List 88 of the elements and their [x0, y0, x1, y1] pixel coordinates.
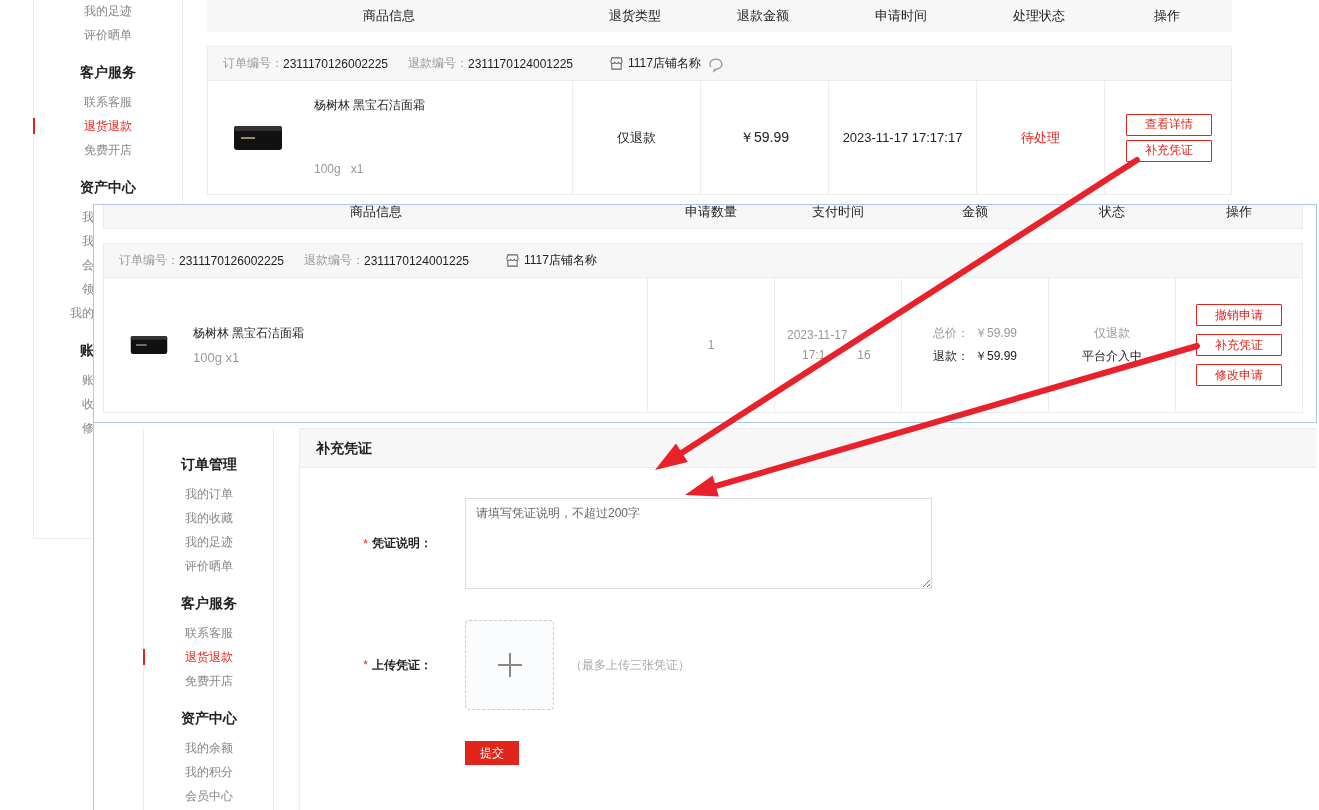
refund-number-label: 退款编号：	[304, 252, 364, 269]
sidebar-item[interactable]: 退货退款	[34, 114, 182, 138]
column-header: 处理状态	[1012, 6, 1066, 25]
product-name[interactable]: 杨树林 黑宝石洁面霜	[193, 325, 305, 342]
product-photo	[130, 335, 168, 355]
refund-type: 仅退款	[572, 81, 700, 194]
column-header: 退货类型	[608, 6, 662, 25]
sidebar-item[interactable]: 免费开店	[34, 138, 182, 162]
sidebar-item[interactable]: 修	[82, 416, 94, 440]
action-button[interactable]: 补充凭证	[1125, 139, 1212, 162]
pay-time: 16	[857, 348, 871, 362]
sidebar-item[interactable]: 收	[82, 392, 94, 416]
sidebar-heading: 客户服务	[79, 63, 137, 82]
order-number-label: 订单编号：	[223, 55, 283, 72]
column-header: 金额	[960, 205, 989, 221]
store-icon	[505, 253, 520, 268]
plus-icon	[497, 653, 522, 677]
field-label: 凭证说明：	[372, 535, 432, 552]
sidebar-item[interactable]: 账	[82, 368, 94, 392]
sidebar-item[interactable]: 联系客服	[144, 621, 273, 645]
pay-date: 2023-11-17	[787, 328, 848, 342]
column-header: 操作	[1153, 6, 1181, 25]
shop-name[interactable]: 1117店铺名称	[524, 252, 597, 269]
column-header: 退款金额	[736, 6, 790, 25]
sidebar-item[interactable]: 我	[82, 229, 94, 253]
sidebar-item[interactable]: 我的	[70, 301, 94, 325]
field-label: 上传凭证：	[372, 656, 432, 674]
sidebar-item[interactable]: 评价晒单	[144, 554, 273, 578]
refund-number: 2311170124001225	[364, 253, 469, 268]
sidebar-item[interactable]: 退货退款	[144, 645, 273, 669]
sidebar-item[interactable]: 评价晒单	[34, 23, 182, 47]
column-header: 申请数量	[683, 205, 738, 221]
required-mark: *	[363, 658, 368, 672]
sidebar-heading: 账	[80, 341, 94, 360]
refund-number: 2311170124001225	[468, 56, 573, 71]
column-header: 状态	[1097, 205, 1126, 221]
product-photo	[233, 124, 283, 151]
sidebar-item[interactable]: 领	[82, 277, 94, 301]
sidebar-item[interactable]: 会员中心	[144, 784, 273, 808]
sidebar-heading: 资产中心	[79, 178, 137, 197]
sidebar-item[interactable]: 我的收藏	[144, 506, 273, 530]
sidebar-item[interactable]: 我的余额	[144, 736, 273, 760]
column-header: 支付时间	[810, 205, 865, 221]
textarea-field[interactable]: 请填写凭证说明，不超过200字	[465, 498, 932, 589]
sidebar-heading: 订单管理	[179, 455, 238, 474]
product-spec: 100g x1	[193, 350, 241, 365]
action-button[interactable]: 查看详情	[1125, 113, 1212, 136]
sidebar-heading: 客户服务	[179, 594, 238, 613]
sidebar-item[interactable]: 我	[82, 205, 94, 229]
amount-label: 总价：	[933, 325, 969, 342]
panel-title: 补充凭证	[300, 429, 1317, 468]
amount-label: 退款：	[933, 348, 969, 365]
sidebar-item[interactable]: 我的订单	[144, 482, 273, 506]
pay-time: 17:1	[802, 348, 826, 362]
refund-type: 仅退款	[1094, 325, 1130, 342]
column-header: 商品信息	[362, 6, 416, 25]
required-mark: *	[363, 536, 368, 551]
column-header: 操作	[1224, 205, 1253, 221]
quantity: 1	[647, 278, 774, 412]
sidebar-item[interactable]: 我的足迹	[34, 0, 182, 23]
sidebar-item[interactable]: 我的积分	[144, 760, 273, 784]
order-number-label: 订单编号：	[119, 252, 179, 269]
column-header: 申请时间	[874, 6, 928, 25]
refund-number-label: 退款编号：	[408, 55, 468, 72]
action-button[interactable]: 补充凭证	[1196, 334, 1282, 356]
upload-hint: （最多上传三张凭证）	[570, 656, 690, 674]
action-button[interactable]: 修改申请	[1196, 364, 1282, 386]
order-number: 2311170126002225	[179, 253, 284, 268]
product-name[interactable]: 杨树林 黑宝石洁面霜	[314, 97, 426, 114]
action-button[interactable]: 撤销申请	[1196, 304, 1282, 326]
amount-value: ￥59.99	[975, 325, 1017, 342]
amount-value: ￥59.99	[975, 348, 1017, 365]
sidebar-item[interactable]: 会	[82, 253, 94, 277]
status-text: 平台介入中	[1082, 348, 1142, 365]
submit-button[interactable]: 提交	[465, 741, 519, 765]
shop-name[interactable]: 1117店铺名称	[628, 55, 701, 72]
upload-box[interactable]	[465, 620, 554, 710]
product-spec: 100g x1	[314, 162, 365, 176]
sidebar-item[interactable]: 联系客服	[34, 90, 182, 114]
apply-time: 2023-11-17 17:17:17	[828, 81, 976, 194]
sidebar-heading: 资产中心	[179, 709, 238, 728]
sidebar-item[interactable]: 我的足迹	[144, 530, 273, 554]
refund-amount: ￥59.99	[700, 81, 828, 194]
store-icon	[609, 56, 624, 71]
column-header: 商品信息	[348, 205, 403, 221]
order-number: 2311170126002225	[283, 56, 388, 71]
sidebar-item[interactable]: 免费开店	[144, 669, 273, 693]
status-text: 待处理	[976, 81, 1104, 194]
